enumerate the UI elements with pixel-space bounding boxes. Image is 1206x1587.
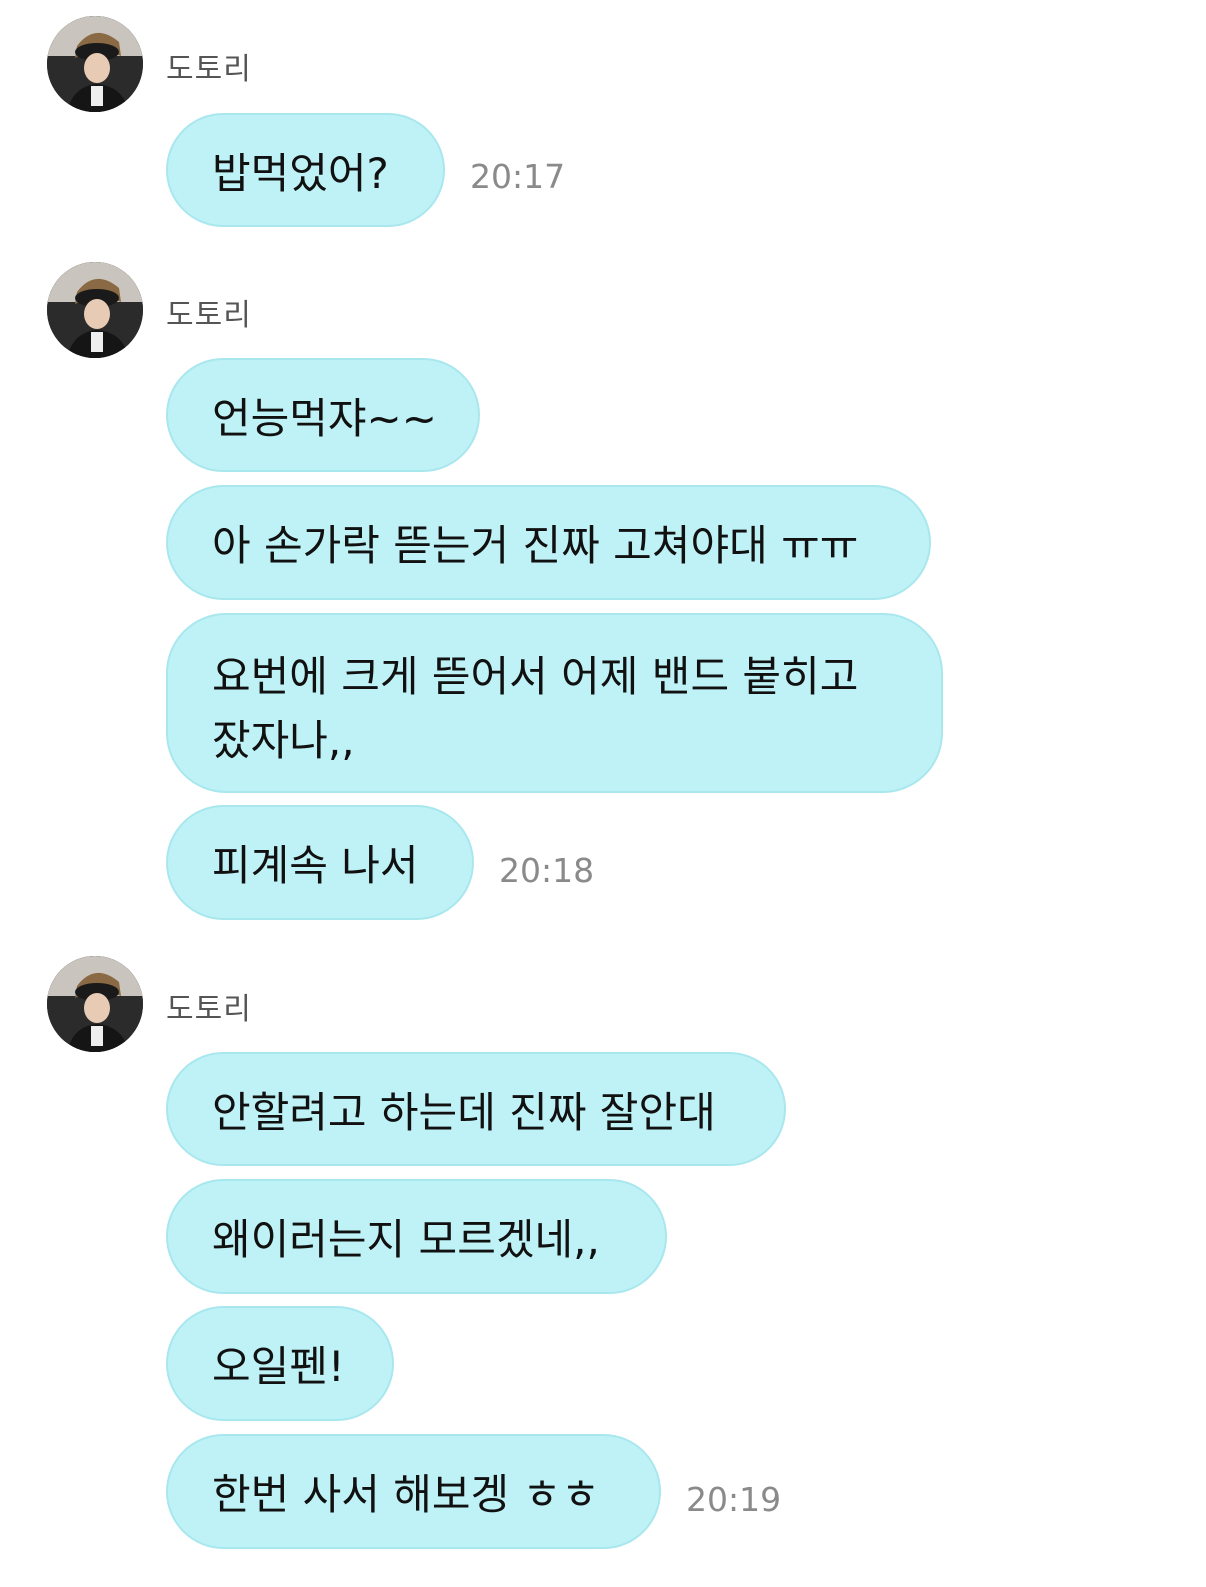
message-bubble[interactable]: 한번 사서 해보겡 ㅎㅎ <box>166 1434 661 1549</box>
sender-avatar[interactable] <box>47 262 143 358</box>
sender-name: 도토리 <box>166 992 252 1027</box>
message-text: 밥먹었어? <box>212 148 389 198</box>
message-time: 20:18 <box>499 851 595 890</box>
message-text: 왜이러는지 모르겠네,, <box>212 1215 600 1264</box>
message-bubble[interactable]: 오일펜! <box>166 1306 394 1421</box>
message-time: 20:19 <box>686 1480 782 1519</box>
message-text: 한번 사서 해보겡 ㅎㅎ <box>212 1470 600 1519</box>
avatar-image <box>47 956 143 1052</box>
message-bubble[interactable]: 피계속 나서 <box>166 805 474 920</box>
sender-avatar[interactable] <box>47 16 143 112</box>
message-time: 20:17 <box>470 157 566 196</box>
message-text: 피계속 나서 <box>212 841 419 890</box>
message-bubble[interactable]: 아 손가락 뜯는거 진짜 고쳐야대 ㅠㅠ <box>166 485 931 600</box>
message-bubble[interactable]: 밥먹었어? <box>166 113 445 227</box>
message-text: 안할려고 하는데 진짜 잘안대 <box>212 1087 716 1137</box>
message-bubble[interactable]: 요번에 크게 뜯어서 어제 밴드 붙히고 잤자나,, <box>166 613 943 793</box>
message-text: 요번에 크게 뜯어서 어제 밴드 붙히고 잤자나,, <box>212 652 859 765</box>
sender-name: 도토리 <box>166 52 252 87</box>
message-bubble[interactable]: 왜이러는지 모르겠네,, <box>166 1179 667 1294</box>
avatar-image <box>47 16 143 112</box>
avatar-image <box>47 262 143 358</box>
sender-name: 도토리 <box>166 298 252 333</box>
message-text: 언능먹쟈~~ <box>212 393 437 443</box>
message-text: 오일펜! <box>212 1342 345 1391</box>
message-bubble[interactable]: 언능먹쟈~~ <box>166 358 480 472</box>
message-bubble[interactable]: 안할려고 하는데 진짜 잘안대 <box>166 1052 786 1166</box>
message-text: 아 손가락 뜯는거 진짜 고쳐야대 ㅠㅠ <box>212 521 859 570</box>
sender-avatar[interactable] <box>47 956 143 1052</box>
